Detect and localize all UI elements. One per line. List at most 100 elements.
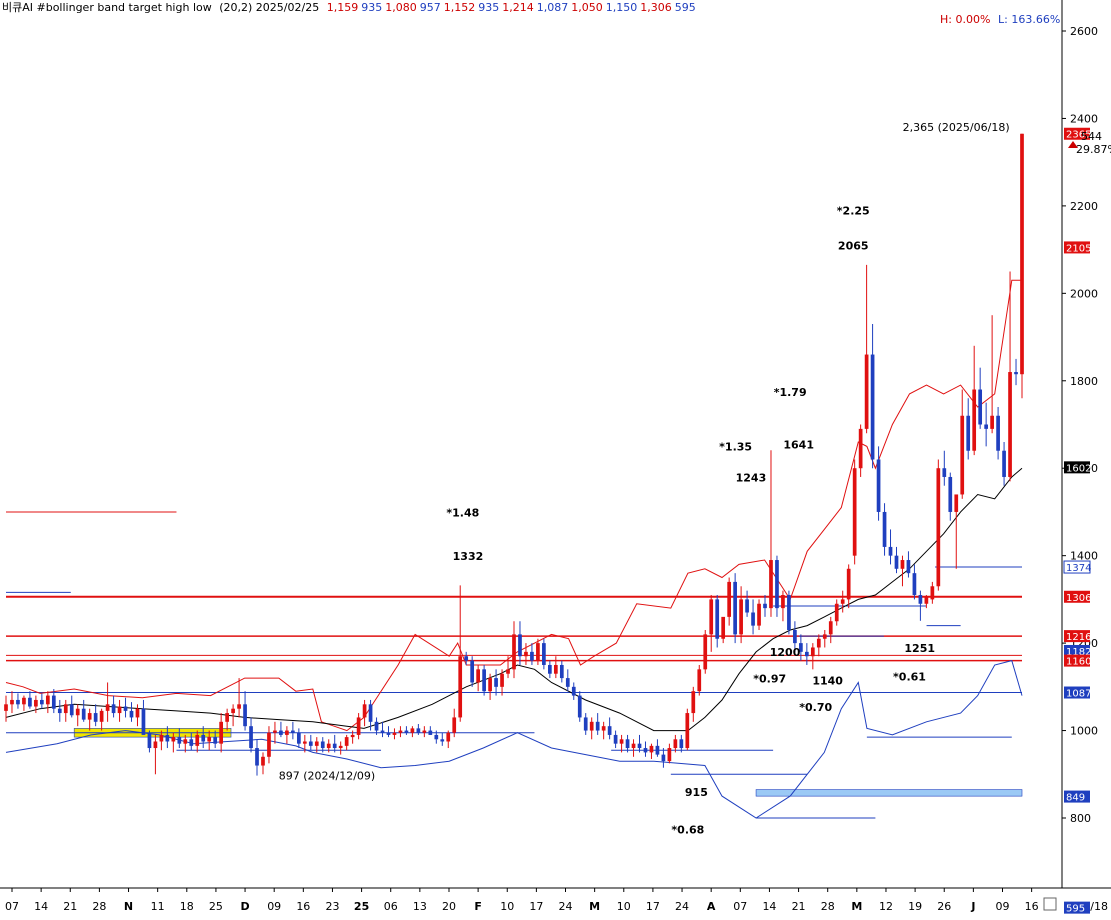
y-tick-label: 1800	[1070, 375, 1098, 388]
x-tick-label: 16	[296, 900, 310, 913]
candle-body	[882, 511, 887, 547]
candle-body	[697, 669, 702, 692]
candle-body	[243, 704, 247, 727]
candle-body	[344, 737, 349, 746]
candle-body	[930, 586, 935, 600]
x-tick-label: 13	[413, 900, 427, 913]
candle-body	[273, 730, 277, 733]
y-tick-label: 1000	[1070, 725, 1098, 738]
price-box-label: 1374	[1066, 563, 1091, 574]
candle-body	[81, 708, 86, 720]
candle-body	[93, 713, 98, 722]
candle-body	[655, 745, 660, 755]
candle	[542, 638, 546, 670]
candle-body	[368, 704, 373, 722]
header-value: 1,150	[606, 1, 638, 14]
candle	[852, 459, 857, 565]
candle-body	[16, 699, 20, 705]
candle-body	[57, 708, 62, 714]
candle-body	[840, 599, 845, 604]
header-value: 1,087	[537, 1, 569, 14]
candle-body	[404, 730, 409, 733]
candle-body	[314, 741, 319, 746]
candle-body	[422, 730, 427, 733]
candle-body	[530, 651, 534, 661]
candle-body	[350, 734, 355, 738]
x-tick-label: D	[240, 900, 249, 913]
candle-body	[99, 710, 104, 722]
x-tick-label: 17	[529, 900, 543, 913]
price-box-label: 1216	[1066, 632, 1091, 643]
price-box: 1602	[1064, 461, 1091, 474]
candle-body	[822, 634, 827, 639]
candle-body	[667, 748, 672, 762]
y-tick-label: 800	[1070, 812, 1091, 825]
change-percent: 29.87%	[1076, 143, 1111, 156]
candle-body	[828, 621, 833, 635]
candle-body	[918, 595, 923, 604]
candle-body	[261, 756, 265, 766]
candle-body	[482, 669, 486, 692]
header-value: 1,214	[502, 1, 534, 14]
candle-body	[237, 704, 241, 709]
price-box-label: 1306	[1066, 593, 1091, 604]
x-tick-label: 07	[733, 900, 747, 913]
header-text: 비큐AI #bollinger band target high low (20…	[2, 1, 696, 14]
candle-body	[577, 695, 582, 718]
price-box: 595	[1064, 901, 1090, 915]
range-low-label: L: 163.66%	[998, 13, 1060, 26]
x-tick-label: 10	[617, 900, 631, 913]
candle-body	[302, 741, 307, 744]
candle-body	[709, 599, 714, 635]
candle-body	[673, 739, 678, 749]
candle-body	[900, 560, 905, 569]
candle-body	[745, 599, 749, 613]
x-tick-label: 24	[559, 900, 573, 913]
price-box: 1216	[1064, 630, 1091, 643]
bollinger-chart: *1.48 1332 *1.35 1243 *1.79 1641 *2.25 2065 1200…	[0, 0, 1111, 916]
candle-body	[996, 415, 1000, 451]
candle-body	[595, 721, 600, 731]
chart-title: 비큐AI #bollinger band target high low	[2, 1, 212, 14]
candle-body	[153, 741, 158, 749]
x-tick-label: 21	[63, 900, 77, 913]
price-box-label: 1602	[1066, 463, 1091, 474]
candle-body	[613, 734, 618, 744]
candle-body	[213, 737, 218, 744]
candle-body	[619, 739, 624, 744]
candle-body	[607, 726, 612, 735]
candle-body	[984, 424, 988, 429]
candle-body	[1008, 372, 1012, 477]
candle-body	[990, 415, 994, 429]
x-tick-label: 26	[937, 900, 951, 913]
candle-body	[589, 721, 594, 731]
candle-body	[332, 743, 337, 749]
candle-body	[398, 730, 403, 733]
candle-body	[434, 734, 439, 740]
candle	[757, 599, 761, 630]
candle-body	[10, 699, 14, 705]
annotation-label: 1243	[736, 471, 767, 484]
x-tick-label: M	[589, 900, 600, 913]
x-tick-label: 25	[354, 900, 369, 913]
candle-body	[631, 743, 636, 749]
candle-body	[948, 476, 953, 512]
x-tick-label: 21	[792, 900, 806, 913]
candle-body	[548, 664, 552, 674]
candle-body	[219, 721, 224, 744]
candle-body	[225, 713, 229, 722]
price-box-label: 595	[1066, 904, 1085, 915]
x-tick-label: 16	[1025, 900, 1039, 913]
candle	[936, 459, 941, 591]
candle-body	[500, 673, 504, 687]
candle-body	[649, 745, 654, 753]
chart-params: (20,2) 2025/02/25	[219, 1, 319, 14]
candle-body	[727, 581, 732, 617]
annotation-label: *1.48	[446, 506, 479, 519]
candle-body	[685, 713, 690, 749]
header-value: 595	[675, 1, 696, 14]
highlight-zone	[755, 789, 1023, 797]
header-value: 1,050	[571, 1, 603, 14]
candle-body	[51, 695, 56, 709]
candle-body	[972, 389, 977, 451]
